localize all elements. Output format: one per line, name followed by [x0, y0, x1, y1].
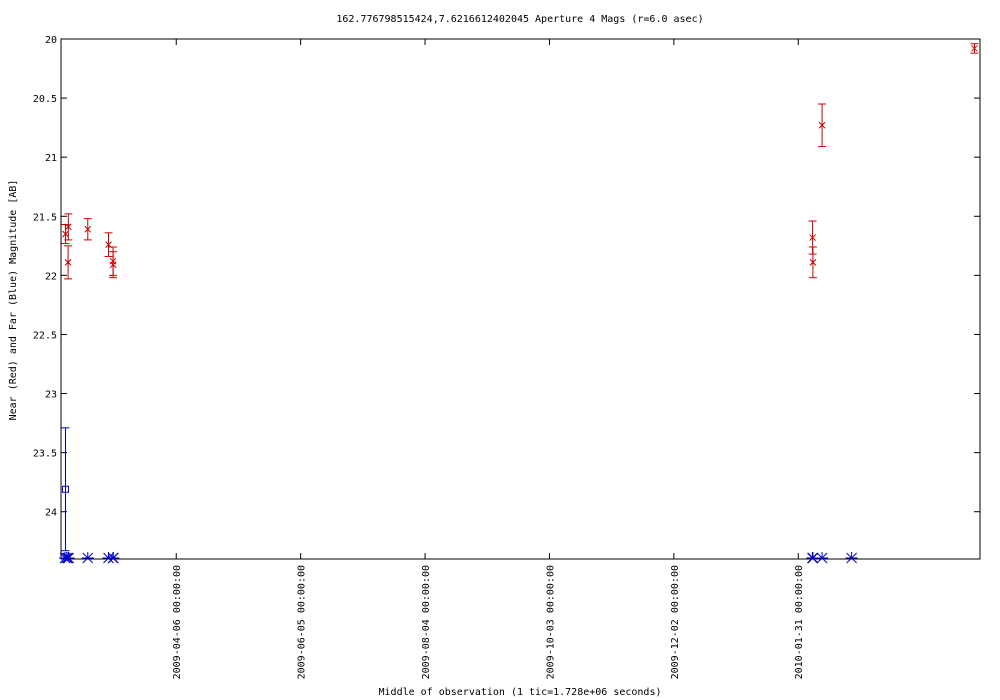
- far-upper-limit-marker: [845, 552, 858, 564]
- y-tick-label: 20.5: [33, 94, 57, 105]
- y-tick-label: 20: [45, 35, 57, 46]
- x-tick-label: 2009-06-05 00:00:00: [297, 565, 308, 679]
- x-axis-label: Middle of observation (1 tic=1.728e+06 s…: [379, 687, 662, 698]
- x-tick-label: 2010-01-31 00:00:00: [794, 565, 805, 679]
- x-tick-label: 2009-10-03 00:00:00: [545, 565, 556, 679]
- data-points: [58, 43, 979, 564]
- axis-ticks: 20 20.5 21 21.5 22 22.5 23 23.5 24 2009-04-06 00:…: [33, 35, 980, 679]
- y-tick-label: 21.5: [33, 212, 57, 223]
- y-tick-label: 23.5: [33, 449, 57, 460]
- x-tick-label: 2009-08-04 00:00:00: [421, 565, 432, 679]
- chart-title: 162.776798515424,7.6216612402045 Apertur…: [336, 14, 703, 25]
- far-upper-limit-marker: [816, 552, 829, 564]
- y-axis-label: Near (Red) and Far (Blue) Magnitude [AB]: [8, 180, 19, 421]
- y-tick-label: 23: [45, 390, 57, 401]
- plot-frame: [60, 38, 981, 560]
- x-tick-label: 2009-04-06 00:00:00: [172, 565, 183, 679]
- y-tick-label: 22.5: [33, 330, 57, 341]
- x-tick-label: 2009-12-02 00:00:00: [670, 565, 681, 679]
- far-upper-limit-marker: [81, 552, 94, 564]
- y-tick-label: 24: [45, 508, 57, 519]
- y-tick-label: 21: [45, 153, 57, 164]
- y-tick-label: 22: [45, 271, 57, 282]
- magnitude-chart: 162.776798515424,7.6216612402045 Apertur…: [8, 14, 981, 698]
